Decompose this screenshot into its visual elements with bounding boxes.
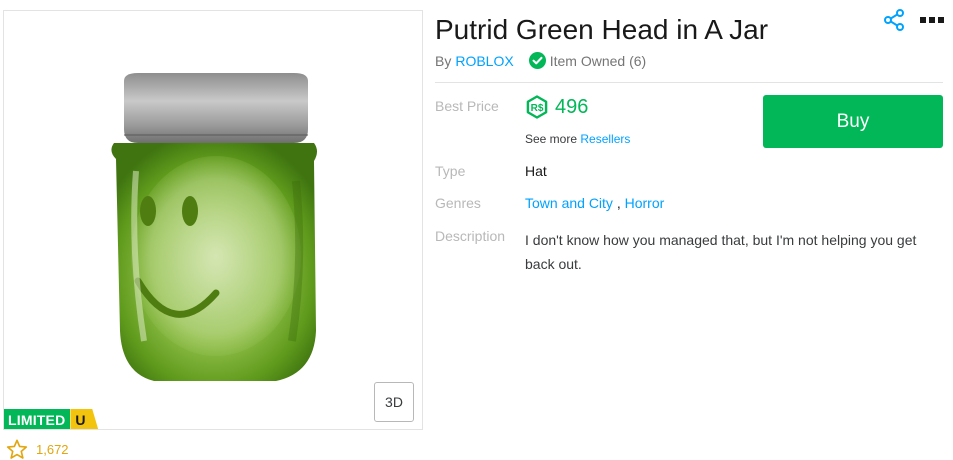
view-3d-button[interactable]: 3D (374, 382, 414, 422)
type-label: Type (435, 163, 466, 179)
see-more-text: See more (525, 132, 578, 146)
genre-link-town-and-city[interactable]: Town and City (525, 195, 613, 211)
favorite-button[interactable]: 1,672 (6, 439, 69, 460)
genre-separator: , (616, 195, 621, 211)
best-price-label: Best Price (435, 98, 499, 114)
item-owned-status: Item Owned (6) (528, 52, 647, 69)
unique-label: U (70, 409, 99, 429)
robux-icon: R$ (526, 95, 548, 119)
item-byline: By ROBLOX Item Owned (6) (435, 52, 646, 69)
genres-label: Genres (435, 195, 481, 211)
limited-label: LIMITED (4, 409, 71, 429)
item-owned-text: Item Owned (6) (549, 52, 647, 69)
item-thumbnail-image (111, 73, 317, 381)
favorite-count: 1,672 (36, 442, 69, 457)
svg-text:R$: R$ (531, 103, 544, 114)
share-icon[interactable] (883, 9, 905, 31)
buy-button[interactable]: Buy (763, 95, 943, 148)
description-label: Description (435, 228, 506, 244)
price-value: 496 (555, 95, 589, 118)
checkmark-icon (528, 52, 546, 69)
more-options-icon[interactable] (920, 16, 944, 24)
item-title: Putrid Green Head in A Jar (435, 14, 769, 45)
item-thumbnail-panel: 3D LIMITED U (3, 10, 423, 430)
see-more-resellers: See more Resellers (525, 132, 630, 146)
type-value: Hat (525, 163, 547, 179)
price-display: R$ 496 (525, 95, 588, 119)
item-description: I don't know how you managed that, but I… (525, 232, 917, 272)
header-divider (435, 82, 943, 83)
genre-link-horror[interactable]: Horror (625, 195, 665, 211)
creator-link[interactable]: ROBLOX (455, 53, 513, 69)
limited-unique-badge: LIMITED U (4, 409, 99, 429)
genres-list: Town and City , Horror (525, 195, 664, 211)
star-icon (6, 439, 28, 459)
resellers-link[interactable]: Resellers (580, 132, 630, 146)
by-label: By (435, 52, 452, 69)
